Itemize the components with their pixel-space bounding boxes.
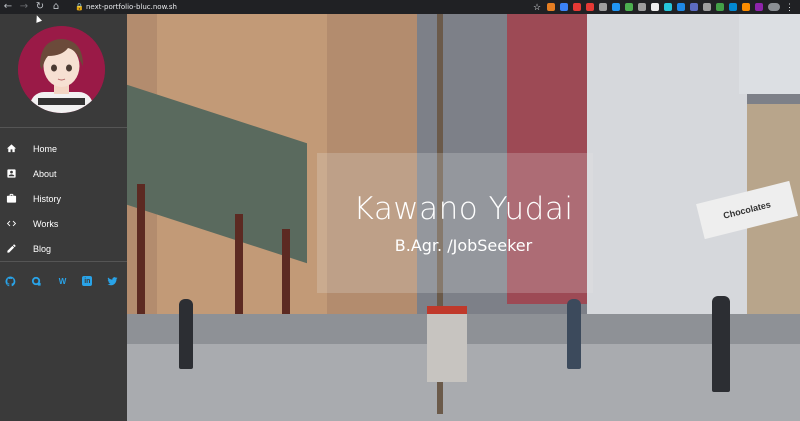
extension-icon[interactable] — [677, 3, 685, 11]
address-bar[interactable]: 🔒 next-portfolio-bluc.now.sh — [72, 1, 572, 13]
sidebar-divider — [0, 261, 127, 262]
contact-card-icon — [5, 168, 17, 180]
menu-dots-icon[interactable]: ⋮ — [785, 2, 794, 12]
sidebar-item-label: Home — [33, 143, 58, 154]
sidebar-item-label: History — [33, 193, 62, 204]
bookmark-star-icon[interactable]: ☆ — [533, 2, 542, 12]
sidebar-item-history[interactable]: History — [0, 186, 127, 211]
extensions-area: ☆ ⋮ — [533, 2, 794, 12]
extension-icon[interactable] — [573, 3, 581, 11]
briefcase-icon — [5, 193, 17, 205]
wantedly-icon[interactable]: W — [57, 275, 69, 287]
twitter-icon[interactable] — [106, 275, 118, 287]
extension-icon[interactable] — [625, 3, 633, 11]
extension-icon[interactable] — [651, 3, 659, 11]
back-arrow-icon[interactable]: ← — [0, 0, 16, 14]
background-person — [567, 299, 581, 369]
background-person — [712, 296, 730, 392]
profile-avatar-icon[interactable] — [768, 3, 780, 11]
lock-icon: 🔒 — [75, 3, 84, 11]
extension-icon[interactable] — [690, 3, 698, 11]
sidebar-item-label: Works — [33, 218, 59, 229]
sidebar-item-label: About — [33, 168, 57, 179]
background-building — [587, 14, 747, 314]
hero-section: Chocolates Kawano Yudai B.Agr. /JobSeeke… — [127, 14, 800, 421]
github-icon[interactable] — [5, 275, 17, 287]
extension-icon[interactable] — [586, 3, 594, 11]
code-icon — [5, 218, 17, 230]
extension-icon[interactable] — [664, 3, 672, 11]
forward-arrow-icon[interactable]: → — [16, 0, 32, 14]
browser-toolbar: ← → ↻ ⌂ 🔒 next-portfolio-bluc.now.sh ☆ ⋮ — [0, 0, 800, 14]
extension-icon[interactable] — [612, 3, 620, 11]
pencil-icon — [5, 243, 17, 255]
qiita-icon[interactable] — [31, 275, 43, 287]
home-icon[interactable]: ⌂ — [48, 0, 64, 14]
social-links: W in — [0, 273, 127, 289]
hero-subtitle: B.Agr. /JobSeeker — [394, 236, 533, 255]
extension-icon[interactable] — [729, 3, 737, 11]
sidebar-menu: Home About History Works Blog — [0, 136, 127, 261]
extension-icon[interactable] — [599, 3, 607, 11]
linkedin-icon[interactable]: in — [82, 276, 93, 286]
extension-icon[interactable] — [755, 3, 763, 11]
sidebar-item-about[interactable]: About — [0, 161, 127, 186]
sidebar-item-home[interactable]: Home — [0, 136, 127, 161]
sidebar: Home About History Works Blog W in — [0, 14, 127, 421]
background-sky — [739, 14, 800, 94]
extension-icon[interactable] — [638, 3, 646, 11]
avatar-illustration — [18, 26, 105, 113]
extension-icon[interactable] — [560, 3, 568, 11]
sidebar-item-blog[interactable]: Blog — [0, 236, 127, 261]
hero-title: Kawano Yudai — [353, 191, 574, 227]
sidebar-item-works[interactable]: Works — [0, 211, 127, 236]
rss-extension-icon[interactable] — [547, 3, 555, 11]
home-icon — [5, 143, 17, 155]
extension-icon[interactable] — [703, 3, 711, 11]
sidebar-divider — [0, 127, 127, 128]
extension-icon[interactable] — [742, 3, 750, 11]
sidebar-item-label: Blog — [33, 243, 52, 254]
reload-icon[interactable]: ↻ — [32, 0, 48, 14]
url-text: next-portfolio-bluc.now.sh — [86, 3, 177, 11]
avatar — [18, 26, 105, 113]
extension-icon[interactable] — [716, 3, 724, 11]
background-bin — [427, 306, 467, 382]
background-person — [179, 299, 193, 369]
